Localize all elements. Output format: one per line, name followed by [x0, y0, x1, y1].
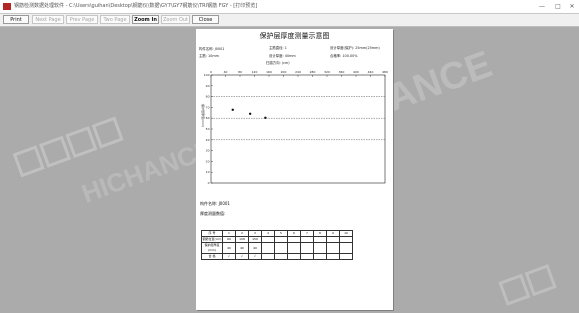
y-tick-label: 80 — [206, 95, 210, 99]
table-cell — [313, 242, 327, 254]
design-value-info: 设计厚度: 40mm — [269, 54, 296, 58]
table-cell — [261, 242, 275, 254]
x-tick-label: 40 — [224, 70, 228, 74]
report-title: 保护层厚度测量示意图 — [259, 32, 330, 40]
watermark-logo-shape — [524, 264, 557, 297]
table-cell: 40 — [235, 242, 249, 254]
table-cell — [339, 253, 353, 260]
data-point — [264, 116, 267, 119]
table-cell — [287, 253, 301, 260]
zoom-out-button[interactable]: Zoom Out — [161, 15, 190, 24]
window-title: 钢筋检测数据处理软件 - C:\Users\guihan\Desktop\钢筋仪… — [14, 3, 258, 9]
pass-ratio-info: 合格率: 100.00% — [330, 54, 358, 58]
x-tick-label: 240 — [295, 70, 301, 74]
y-tick-label: 0 — [208, 181, 210, 185]
table-cell — [326, 242, 340, 254]
component-name-info: 构件名称: J0001 — [199, 47, 225, 51]
print-button[interactable]: Print — [3, 15, 29, 24]
table-cell: 40 — [222, 242, 236, 254]
table-row-header: 保护层厚度(mm) — [201, 242, 223, 254]
zoom-in-button[interactable]: Zoom In — [132, 15, 159, 24]
data-point — [248, 112, 252, 115]
table-cell: 40 — [248, 242, 262, 254]
design-thickness-info: 设计厚度(保护): 25mm(25mm) — [330, 46, 380, 50]
table-cell — [339, 242, 353, 254]
print-preview-toolbar: Print Next Page Prev Page Two Page Zoom … — [0, 14, 579, 27]
table-cell: √ — [248, 253, 262, 260]
y-tick-label: 30 — [206, 149, 210, 153]
close-window-icon[interactable]: ✕ — [565, 0, 579, 13]
y-tick-label: 70 — [206, 105, 210, 109]
table-cell — [300, 253, 314, 260]
table-cell — [300, 242, 314, 254]
table-row: 保护层厚度(mm) 40 40 40 — [201, 242, 353, 254]
component-name-bottom: 构件名称: J0001 — [200, 201, 230, 206]
x-tick-label: 360 — [339, 70, 345, 74]
x-tick-label: 0 — [210, 70, 212, 74]
y-tick-label: 10 — [206, 170, 210, 174]
next-page-button[interactable]: Next Page — [32, 15, 64, 24]
app-logo-icon — [3, 3, 11, 10]
thickness-table: 序 号 1 2 3 4 5 6 7 8 9 10 钢筋位置(cm) 60 108 150 保护层厚度(mm) 4… — [201, 230, 353, 260]
y-tick-label: 90 — [206, 84, 210, 88]
y-tick-label: 50 — [206, 127, 210, 131]
y-tick-label: 40 — [206, 138, 210, 142]
prev-page-button[interactable]: Prev Page — [66, 15, 98, 24]
x-tick-label: 120 — [252, 70, 258, 74]
maximize-icon[interactable]: □ — [551, 0, 565, 13]
table-cell — [326, 253, 340, 260]
cover-thickness-chart: 0 40 80 120 160 200 240 280 320 360 400 440 480 1009… — [201, 70, 388, 185]
y-tick-label: 60 — [206, 116, 210, 120]
x-tick-label: 80 — [238, 70, 242, 74]
x-tick-label: 200 — [281, 70, 287, 74]
y-tick-label: 100 — [204, 73, 210, 77]
watermark-logo-shape — [65, 126, 98, 159]
x-tick-label: 160 — [266, 70, 272, 74]
minimize-icon[interactable]: — — [535, 0, 549, 13]
table-cell — [274, 253, 288, 260]
table-cell — [274, 242, 288, 254]
table-cell — [261, 253, 275, 260]
rebar-diameter-info: 主筋直径: 1 — [269, 46, 287, 50]
table-row-header: 合 格 — [201, 253, 223, 260]
table-row-header: 钢筋位置(cm) — [201, 236, 223, 243]
data-point — [231, 108, 234, 111]
watermark-logo-shape — [39, 135, 72, 168]
print-page: 保护层厚度测量示意图 构件名称: J0001 主筋直径: 1 设计厚度(保护):… — [196, 29, 393, 310]
y-axis-label: 保护层厚度(mm) — [201, 104, 206, 127]
table-cell — [287, 242, 301, 254]
x-tick-label: 320 — [324, 70, 330, 74]
two-page-button[interactable]: Two Page — [100, 15, 130, 24]
main-rebar-info: 主筋: 10mm — [199, 54, 219, 58]
window-title-bar: 钢筋检测数据处理软件 - C:\Users\guihan\Desktop\钢筋仪… — [0, 0, 579, 14]
table-cell: √ — [235, 253, 249, 260]
x-tick-label: 440 — [368, 70, 374, 74]
watermark-logo-shape — [12, 145, 45, 178]
chart-frame — [210, 74, 386, 184]
table-cell: √ — [222, 253, 236, 260]
y-tick-label: 20 — [206, 159, 210, 163]
close-preview-button[interactable]: Close — [192, 15, 219, 24]
x-tick-label: 480 — [382, 70, 388, 74]
table-caption: 厚度测量数值: — [200, 211, 226, 216]
watermark-logo-shape — [91, 116, 124, 149]
watermark-logo-shape — [498, 273, 531, 306]
x-tick-label: 280 — [310, 70, 316, 74]
table-cell — [313, 253, 327, 260]
x-tick-label: 400 — [353, 70, 359, 74]
table-row: 合 格 √ √ √ — [201, 253, 353, 260]
